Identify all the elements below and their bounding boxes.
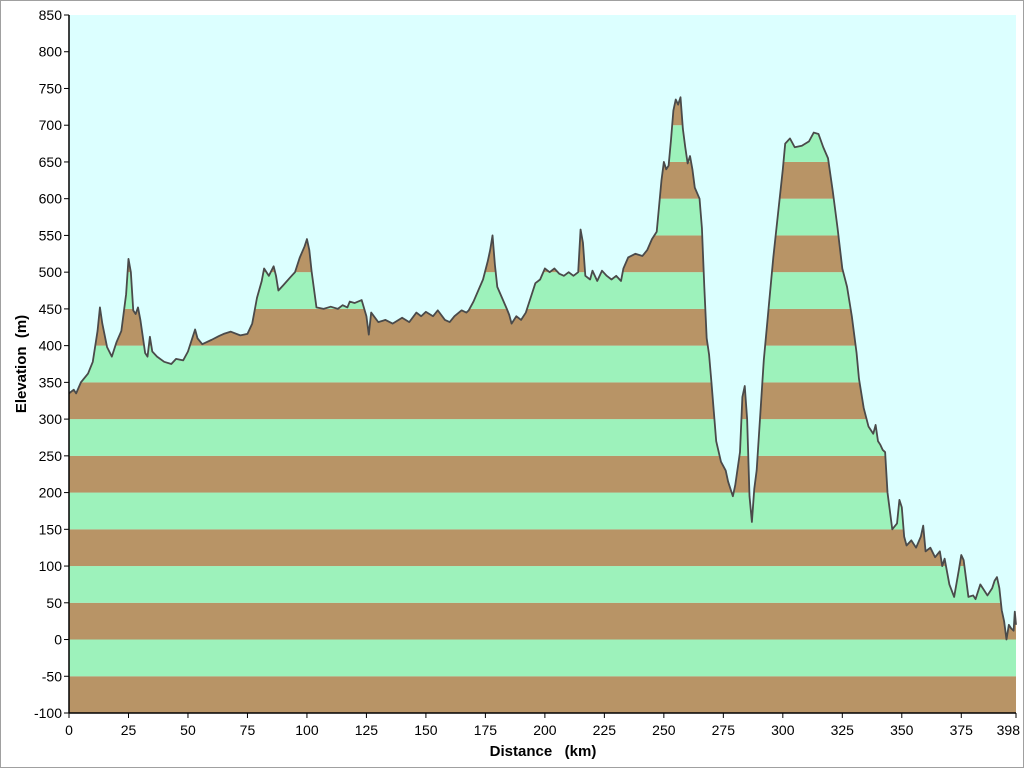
y-tick-label: 800 bbox=[39, 44, 63, 60]
y-tick-label: 200 bbox=[39, 485, 63, 501]
x-tick-label: 250 bbox=[652, 722, 676, 738]
x-tick-label: 175 bbox=[474, 722, 498, 738]
y-tick-label: 600 bbox=[39, 191, 63, 207]
y-tick-label: 50 bbox=[46, 595, 62, 611]
x-tick-label: 350 bbox=[890, 722, 914, 738]
y-tick-label: 150 bbox=[39, 521, 63, 537]
y-axis-ticks: -100 -50 0 50 100 150 200 250 300 350 400 450 500 550… bbox=[34, 7, 69, 721]
y-tick-label: 550 bbox=[39, 227, 63, 243]
x-tick-label: 200 bbox=[533, 722, 557, 738]
x-tick-label: 375 bbox=[950, 722, 974, 738]
y-tick-label: 750 bbox=[39, 80, 63, 96]
x-tick-label: 0 bbox=[65, 722, 73, 738]
x-tick-label: 100 bbox=[295, 722, 319, 738]
y-tick-label: -50 bbox=[42, 668, 62, 684]
chart-frame: -100 -50 0 50 100 150 200 250 300 350 400 450 500 550… bbox=[0, 0, 1024, 768]
y-tick-label: 450 bbox=[39, 301, 63, 317]
x-tick-label: 75 bbox=[240, 722, 256, 738]
elevation-band bbox=[69, 602, 1016, 640]
x-tick-label: 50 bbox=[180, 722, 196, 738]
y-tick-label: 650 bbox=[39, 154, 63, 170]
y-tick-label: 850 bbox=[39, 7, 63, 23]
elevation-band bbox=[69, 492, 1016, 530]
y-axis-title: Elevation (m) bbox=[13, 315, 30, 413]
y-tick-label: 0 bbox=[54, 632, 62, 648]
x-tick-label: 225 bbox=[593, 722, 617, 738]
x-axis-title: Distance (km) bbox=[490, 743, 597, 760]
x-tick-label: 25 bbox=[121, 722, 137, 738]
elevation-band bbox=[69, 566, 1016, 603]
elevation-band bbox=[69, 455, 1016, 493]
x-tick-label: 125 bbox=[355, 722, 379, 738]
y-tick-label: -100 bbox=[34, 705, 62, 721]
y-tick-label: 350 bbox=[39, 374, 63, 390]
x-tick-label: 150 bbox=[414, 722, 438, 738]
x-tick-label: 398 bbox=[997, 722, 1021, 738]
elevation-profile-chart: -100-50050100150200250300350400450500550… bbox=[13, 7, 1020, 760]
elevation-band bbox=[69, 529, 1016, 567]
y-tick-label: 700 bbox=[39, 117, 63, 133]
y-tick-label: 100 bbox=[39, 558, 63, 574]
elevation-band bbox=[69, 676, 1016, 713]
x-axis-ticks: 0 25 50 75 100 125 150 175 200 225 250 275 300 325 350… bbox=[65, 713, 1020, 738]
y-tick-label: 250 bbox=[39, 448, 63, 464]
y-tick-label: 300 bbox=[39, 411, 63, 427]
y-tick-label: 500 bbox=[39, 264, 63, 280]
y-tick-label: 400 bbox=[39, 338, 63, 354]
x-tick-label: 325 bbox=[831, 722, 855, 738]
x-tick-label: 300 bbox=[771, 722, 795, 738]
elevation-band bbox=[69, 639, 1016, 677]
x-tick-label: 275 bbox=[712, 722, 736, 738]
